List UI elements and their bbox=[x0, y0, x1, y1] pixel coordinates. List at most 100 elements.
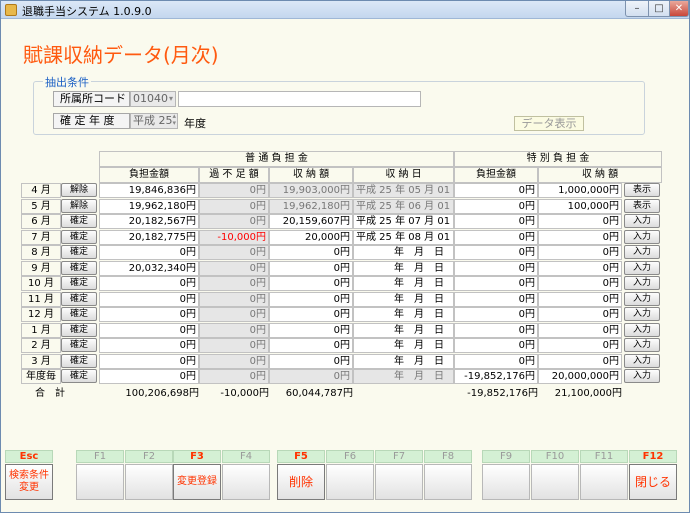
received-amount-cell[interactable]: 20,000円 bbox=[269, 229, 353, 245]
burden-amount-cell: 0円 bbox=[99, 338, 199, 353]
monthly-grid: 普 通 負 担 金 特 別 負 担 金 負担金額過 不 足 額収 納 額収 納 … bbox=[21, 151, 663, 401]
received-date-cell: 平成 25 年 05 月 01 日 bbox=[353, 183, 454, 198]
received-amount-cell[interactable]: 0円 bbox=[269, 353, 353, 369]
show-data-button[interactable]: データ表示 bbox=[514, 116, 584, 131]
minimize-button[interactable]: – bbox=[625, 1, 649, 17]
fkey-button-esc[interactable]: 検索条件変更 bbox=[5, 464, 53, 500]
burden-amount-cell: 0円 bbox=[99, 307, 199, 322]
fkey-label-esc: Esc bbox=[5, 450, 53, 463]
received-amount-cell[interactable]: 0円 bbox=[269, 322, 353, 338]
received-date-cell[interactable]: 年 月 日 bbox=[353, 291, 454, 307]
received-amount-cell: 19,962,180円 bbox=[269, 198, 353, 214]
special-received-cell: 20,000,000円 bbox=[538, 369, 622, 384]
shortage-cell: -10,000円 bbox=[199, 229, 269, 245]
received-date-cell[interactable]: 年 月 日 bbox=[353, 245, 454, 260]
confirm-button[interactable]: 確定 bbox=[61, 260, 97, 275]
confirm-button[interactable]: 確定 bbox=[61, 291, 97, 306]
header-normal-burden: 普 通 負 担 金 bbox=[99, 151, 454, 167]
special-received-cell: 0円 bbox=[538, 338, 622, 353]
unlock-button[interactable]: 解除 bbox=[61, 198, 97, 213]
fkey-label-f3: F3 bbox=[173, 450, 221, 463]
shortage-cell: 0円 bbox=[199, 260, 269, 276]
input-button[interactable]: 入力 bbox=[624, 353, 660, 368]
received-date-cell[interactable]: 年 月 日 bbox=[353, 307, 454, 322]
fkey-label-f6: F6 bbox=[326, 450, 374, 463]
received-date-cell[interactable]: 年 月 日 bbox=[353, 353, 454, 369]
shortage-cell: 0円 bbox=[199, 322, 269, 338]
fkey-label-f12: F12 bbox=[629, 450, 677, 463]
confirm-button[interactable]: 確定 bbox=[61, 245, 97, 259]
office-code-select[interactable]: 01040 ▾ bbox=[130, 91, 176, 107]
received-date-cell[interactable]: 年 月 日 bbox=[353, 260, 454, 276]
filter-group-label: 抽出条件 bbox=[43, 74, 91, 90]
app-icon bbox=[5, 4, 17, 16]
column-header: 負担金額 bbox=[99, 167, 199, 183]
special-burden-cell: 0円 bbox=[454, 291, 538, 307]
burden-amount-cell: 19,846,836円 bbox=[99, 183, 199, 198]
received-date-cell[interactable]: 平成 25 年 07 月 01 日 bbox=[353, 214, 454, 229]
special-burden-cell: 0円 bbox=[454, 214, 538, 229]
confirm-button[interactable]: 確定 bbox=[61, 214, 97, 228]
fkey-button-f3[interactable]: 変更登録 bbox=[173, 464, 221, 500]
received-amount-cell[interactable]: 0円 bbox=[269, 338, 353, 353]
received-date-cell[interactable]: 平成 25 年 08 月 01 日 bbox=[353, 229, 454, 245]
fkey-button-f10 bbox=[531, 464, 579, 500]
fkey-button-f8 bbox=[424, 464, 472, 500]
fkey-label-f7: F7 bbox=[375, 450, 423, 463]
received-amount-cell[interactable]: 0円 bbox=[269, 276, 353, 291]
special-received-cell: 0円 bbox=[538, 322, 622, 338]
column-header: 収 納 日 bbox=[353, 167, 454, 183]
close-window-button[interactable]: ✕ bbox=[669, 1, 689, 17]
received-amount-cell[interactable]: 20,159,607円 bbox=[269, 214, 353, 229]
fkey-button-f6 bbox=[326, 464, 374, 500]
input-button[interactable]: 入力 bbox=[624, 214, 660, 228]
received-amount-cell[interactable]: 0円 bbox=[269, 291, 353, 307]
month-label: 3 月 bbox=[21, 353, 61, 369]
fkey-button-f4 bbox=[222, 464, 270, 500]
fiscal-year-value: 平成 25 bbox=[133, 114, 173, 127]
fkey-button-f5[interactable]: 削除 bbox=[277, 464, 325, 500]
input-button[interactable]: 入力 bbox=[624, 291, 660, 306]
input-button[interactable]: 入力 bbox=[624, 260, 660, 275]
confirm-button[interactable]: 確定 bbox=[61, 307, 97, 321]
burden-amount-cell: 20,032,340円 bbox=[99, 260, 199, 276]
special-received-cell: 0円 bbox=[538, 229, 622, 245]
input-button[interactable]: 入力 bbox=[624, 338, 660, 352]
received-amount-cell[interactable]: 0円 bbox=[269, 245, 353, 260]
confirm-button[interactable]: 確定 bbox=[61, 338, 97, 352]
burden-amount-cell: 0円 bbox=[99, 245, 199, 260]
input-button[interactable]: 入力 bbox=[624, 307, 660, 321]
month-label: 10 月 bbox=[21, 276, 61, 291]
burden-amount-cell: 20,182,567円 bbox=[99, 214, 199, 229]
input-button[interactable]: 入力 bbox=[624, 229, 660, 244]
view-button[interactable]: 表示 bbox=[624, 183, 660, 197]
received-amount-cell[interactable]: 0円 bbox=[269, 260, 353, 276]
column-header: 負担金額 bbox=[454, 167, 538, 183]
input-button[interactable]: 入力 bbox=[624, 245, 660, 259]
maximize-button[interactable]: □ bbox=[648, 1, 670, 17]
received-date-cell[interactable]: 年 月 日 bbox=[353, 276, 454, 291]
special-received-cell: 0円 bbox=[538, 245, 622, 260]
fiscal-year-stepper[interactable]: 平成 25 ▴ ▾ bbox=[130, 113, 178, 129]
confirm-button[interactable]: 確定 bbox=[61, 353, 97, 368]
confirm-button[interactable]: 確定 bbox=[61, 369, 97, 383]
unlock-button[interactable]: 解除 bbox=[61, 183, 97, 197]
special-received-cell: 0円 bbox=[538, 291, 622, 307]
received-amount-cell[interactable]: 0円 bbox=[269, 369, 353, 384]
total-burden: 100,206,698円 bbox=[125, 387, 199, 399]
input-button[interactable]: 入力 bbox=[624, 276, 660, 290]
fkey-button-f12[interactable]: 閉じる bbox=[629, 464, 677, 500]
input-button[interactable]: 入力 bbox=[624, 369, 660, 383]
view-button[interactable]: 表示 bbox=[624, 198, 660, 213]
confirm-button[interactable]: 確定 bbox=[61, 276, 97, 290]
received-amount-cell[interactable]: 0円 bbox=[269, 307, 353, 322]
confirm-button[interactable]: 確定 bbox=[61, 322, 97, 337]
month-label: 11 月 bbox=[21, 291, 61, 307]
received-date-cell[interactable]: 年 月 日 bbox=[353, 338, 454, 353]
received-date-cell[interactable]: 年 月 日 bbox=[353, 322, 454, 338]
page-title: 賦課収納データ(月次) bbox=[23, 43, 219, 67]
confirm-button[interactable]: 確定 bbox=[61, 229, 97, 244]
fkey-label-f10: F10 bbox=[531, 450, 579, 463]
column-header: 収 納 額 bbox=[269, 167, 353, 183]
input-button[interactable]: 入力 bbox=[624, 322, 660, 337]
